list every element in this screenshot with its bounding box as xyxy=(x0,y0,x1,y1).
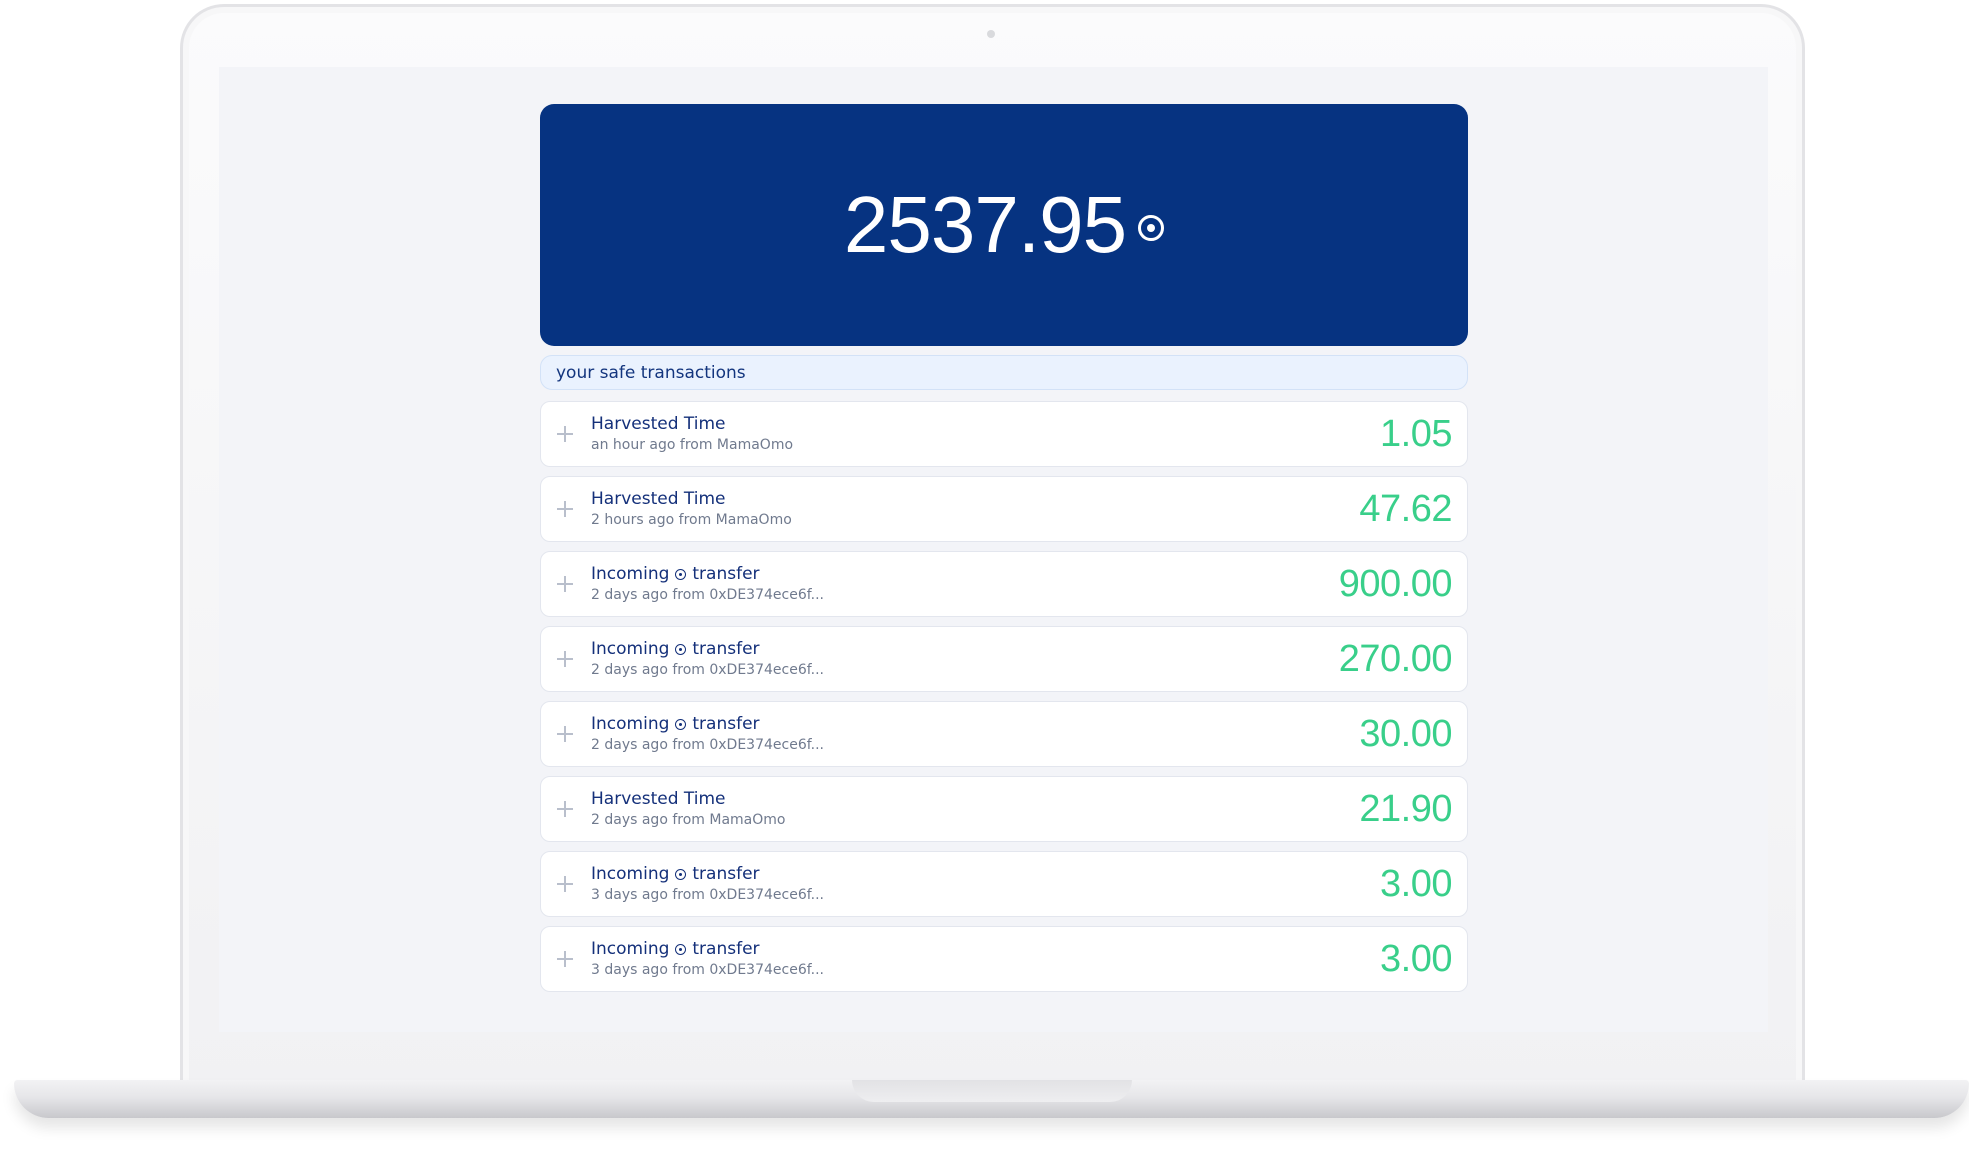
app-screen: 2537.95 your safe transactions Harvested… xyxy=(219,67,1768,1032)
plus-icon[interactable] xyxy=(557,876,573,892)
plus-icon[interactable] xyxy=(557,951,573,967)
plus-icon[interactable] xyxy=(557,501,573,517)
transaction-row[interactable]: Incoming transfer 2 days ago from 0xDE374e… xyxy=(540,626,1468,692)
transaction-text: Incoming transfer 3 days ago from 0xDE374e… xyxy=(591,863,1380,905)
transaction-row[interactable]: Harvested Time 2 hours ago from MamaOmo 47… xyxy=(540,476,1468,542)
transaction-amount: 3.00 xyxy=(1380,862,1452,905)
transaction-text: Harvested Time 2 hours ago from MamaOmo xyxy=(591,488,1359,530)
transaction-title-suffix: transfer xyxy=(692,564,760,584)
transaction-title: Incoming transfer xyxy=(591,938,1380,960)
transaction-title: Harvested Time xyxy=(591,413,1380,435)
token-circle-icon xyxy=(675,868,687,880)
transaction-row[interactable]: Incoming transfer 3 days ago from 0xDE374e… xyxy=(540,926,1468,992)
transaction-row[interactable]: Harvested Time an hour ago from MamaOmo 1.… xyxy=(540,401,1468,467)
transaction-title-text: Incoming xyxy=(591,639,670,659)
transaction-amount: 3.00 xyxy=(1380,937,1452,980)
transaction-title-text: Harvested Time xyxy=(591,789,726,809)
transaction-title-text: Incoming xyxy=(591,939,670,959)
token-circle-icon xyxy=(675,643,687,655)
transaction-text: Harvested Time an hour ago from MamaOmo xyxy=(591,413,1380,455)
transaction-title-suffix: transfer xyxy=(692,939,760,959)
transaction-row[interactable]: Incoming transfer 3 days ago from 0xDE374e… xyxy=(540,851,1468,917)
transaction-title-text: Harvested Time xyxy=(591,489,726,509)
transaction-row[interactable]: Incoming transfer 2 days ago from 0xDE374e… xyxy=(540,551,1468,617)
balance-card: 2537.95 xyxy=(540,104,1468,346)
transaction-text: Incoming transfer 2 days ago from 0xDE374e… xyxy=(591,638,1339,680)
balance-amount: 2537.95 xyxy=(843,180,1127,269)
token-circle-icon xyxy=(675,943,687,955)
token-circle-icon xyxy=(675,718,687,730)
transaction-subtitle: 2 days ago from 0xDE374ece6f... xyxy=(591,662,824,678)
transaction-text: Harvested Time 2 days ago from MamaOmo xyxy=(591,788,1359,830)
transaction-title-suffix: transfer xyxy=(692,714,760,734)
plus-icon[interactable] xyxy=(557,726,573,742)
transaction-subtitle: 2 hours ago from MamaOmo xyxy=(591,512,792,528)
laptop-notch xyxy=(852,1080,1132,1102)
transaction-title-text: Incoming xyxy=(591,714,670,734)
section-header: your safe transactions xyxy=(540,355,1468,390)
transaction-amount: 1.05 xyxy=(1380,412,1452,455)
transaction-title: Harvested Time xyxy=(591,488,1359,510)
transaction-title: Harvested Time xyxy=(591,788,1359,810)
transaction-title-suffix: transfer xyxy=(692,639,760,659)
plus-icon[interactable] xyxy=(557,576,573,592)
transaction-subtitle: 3 days ago from 0xDE374ece6f... xyxy=(591,887,824,903)
transaction-amount: 21.90 xyxy=(1359,787,1452,830)
token-circle-icon xyxy=(675,568,687,580)
camera-icon xyxy=(987,30,995,38)
transaction-title-text: Incoming xyxy=(591,564,670,584)
transaction-amount: 270.00 xyxy=(1338,637,1453,680)
transaction-text: Incoming transfer 2 days ago from 0xDE374e… xyxy=(591,563,1339,605)
plus-icon[interactable] xyxy=(557,801,573,817)
transaction-title: Incoming transfer xyxy=(591,563,1339,585)
transaction-title-suffix: transfer xyxy=(692,864,760,884)
transaction-title: Incoming transfer xyxy=(591,863,1380,885)
token-circle-icon xyxy=(1138,215,1165,241)
transaction-subtitle: 3 days ago from 0xDE374ece6f... xyxy=(591,962,824,978)
plus-icon[interactable] xyxy=(557,426,573,442)
transaction-text: Incoming transfer 2 days ago from 0xDE374e… xyxy=(591,713,1359,755)
transaction-subtitle: 2 days ago from 0xDE374ece6f... xyxy=(591,587,824,603)
transaction-subtitle: 2 days ago from MamaOmo xyxy=(591,812,786,828)
transaction-title: Incoming transfer xyxy=(591,713,1359,735)
transaction-subtitle: an hour ago from MamaOmo xyxy=(591,437,794,453)
transaction-amount: 47.62 xyxy=(1359,487,1452,530)
transaction-title-text: Harvested Time xyxy=(591,414,726,434)
transaction-title-text: Incoming xyxy=(591,864,670,884)
plus-icon[interactable] xyxy=(557,651,573,667)
transaction-list: Harvested Time an hour ago from MamaOmo 1.… xyxy=(540,401,1468,1001)
transaction-row[interactable]: Harvested Time 2 days ago from MamaOmo 21.… xyxy=(540,776,1468,842)
transaction-text: Incoming transfer 3 days ago from 0xDE374e… xyxy=(591,938,1380,980)
section-title: your safe transactions xyxy=(556,362,746,383)
transaction-amount: 30.00 xyxy=(1359,712,1452,755)
transaction-row[interactable]: Incoming transfer 2 days ago from 0xDE374e… xyxy=(540,701,1468,767)
transaction-title: Incoming transfer xyxy=(591,638,1339,660)
transaction-subtitle: 2 days ago from 0xDE374ece6f... xyxy=(591,737,824,753)
transaction-amount: 900.00 xyxy=(1338,562,1453,605)
